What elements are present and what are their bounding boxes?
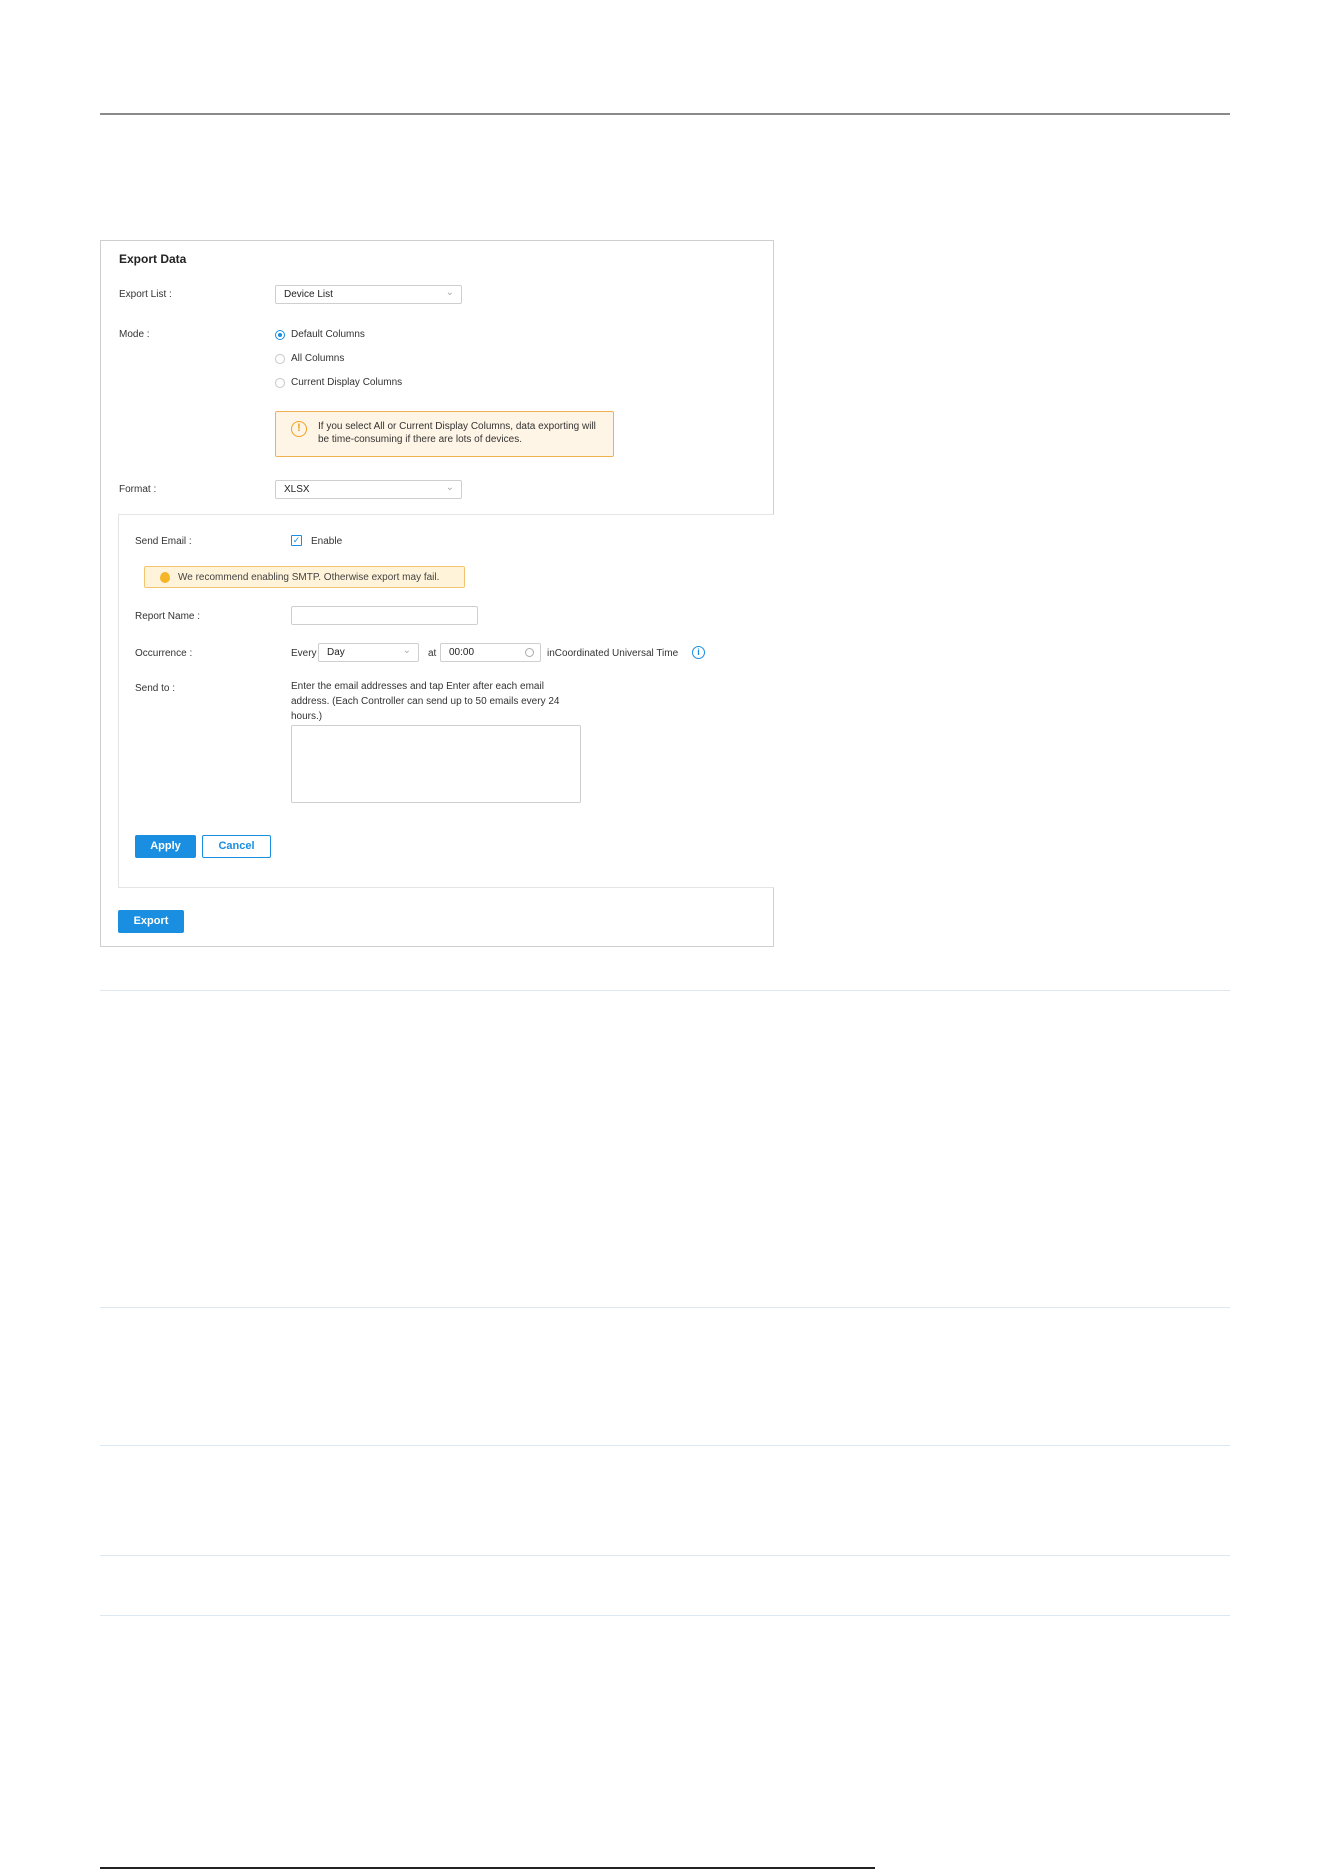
section-divider	[100, 1615, 1230, 1616]
clock-icon	[525, 648, 534, 657]
radio-unselected-icon	[275, 377, 285, 388]
chevron-down-icon: ⌄	[445, 482, 454, 493]
mode-warning-text: If you select All or Current Display Col…	[318, 421, 596, 445]
occurrence-time-picker[interactable]: 00:00	[440, 643, 541, 662]
mode-option-label: Current Display Columns	[291, 377, 403, 388]
enable-label: Enable	[311, 536, 343, 547]
smtp-notice-banner: We recommend enabling SMTP. Otherwise ex…	[144, 566, 465, 588]
info-icon[interactable]: i	[692, 646, 705, 659]
section-divider	[100, 1555, 1230, 1556]
export-list-label: Export List :	[119, 289, 172, 300]
format-label: Format :	[119, 484, 157, 495]
mode-option-all-columns[interactable]: All Columns	[275, 353, 344, 364]
every-label: Every	[291, 648, 317, 659]
format-value: XLSX	[284, 484, 310, 495]
send-to-label: Send to :	[135, 683, 176, 694]
mode-option-label: Default Columns	[291, 329, 365, 340]
mode-option-default-columns[interactable]: Default Columns	[275, 329, 365, 340]
section-divider	[100, 990, 1230, 991]
cancel-button[interactable]: Cancel	[202, 835, 271, 858]
chevron-down-icon: ⌄	[445, 287, 454, 298]
export-button[interactable]: Export	[118, 910, 184, 933]
format-select[interactable]: XLSX ⌄	[275, 480, 462, 499]
page-header-rule	[100, 113, 1230, 115]
occurrence-period-value: Day	[327, 647, 345, 658]
section-divider	[100, 1445, 1230, 1446]
enable-checkbox[interactable]: ✓	[291, 535, 302, 546]
bulb-icon	[160, 572, 170, 583]
panel-title: Export Data	[119, 252, 187, 266]
send-to-textarea[interactable]	[291, 725, 581, 803]
radio-selected-icon	[275, 329, 285, 340]
mode-warning-banner: ! If you select All or Current Display C…	[275, 411, 614, 457]
send-email-label: Send Email :	[135, 536, 192, 547]
report-name-label: Report Name :	[135, 611, 201, 622]
export-list-value: Device List	[284, 289, 333, 300]
mode-option-label: All Columns	[291, 353, 345, 364]
export-data-panel: Export Data Export List : Device List ⌄ …	[100, 240, 774, 947]
mode-option-current-display-columns[interactable]: Current Display Columns	[275, 377, 402, 388]
at-label: at	[428, 648, 437, 659]
page-footer-rule	[100, 1867, 875, 1869]
smtp-notice-text: We recommend enabling SMTP. Otherwise ex…	[178, 572, 440, 583]
report-name-input[interactable]	[291, 606, 478, 625]
occurrence-time-value: 00:00	[449, 647, 475, 658]
send-to-hint: Enter the email addresses and tap Enter …	[291, 681, 560, 722]
export-list-select[interactable]: Device List ⌄	[275, 285, 462, 304]
apply-button[interactable]: Apply	[135, 835, 196, 858]
timezone-text: inCoordinated Universal Time	[547, 648, 679, 659]
occurrence-period-select[interactable]: Day ⌄	[318, 643, 419, 662]
radio-unselected-icon	[275, 353, 285, 364]
send-email-section: Send Email : ✓ Enable We recommend enabl…	[118, 514, 774, 888]
occurrence-label: Occurrence :	[135, 648, 193, 659]
mode-label: Mode :	[119, 329, 150, 340]
chevron-down-icon: ⌄	[402, 645, 411, 656]
warning-icon: !	[291, 421, 307, 437]
section-divider	[100, 1307, 1230, 1308]
